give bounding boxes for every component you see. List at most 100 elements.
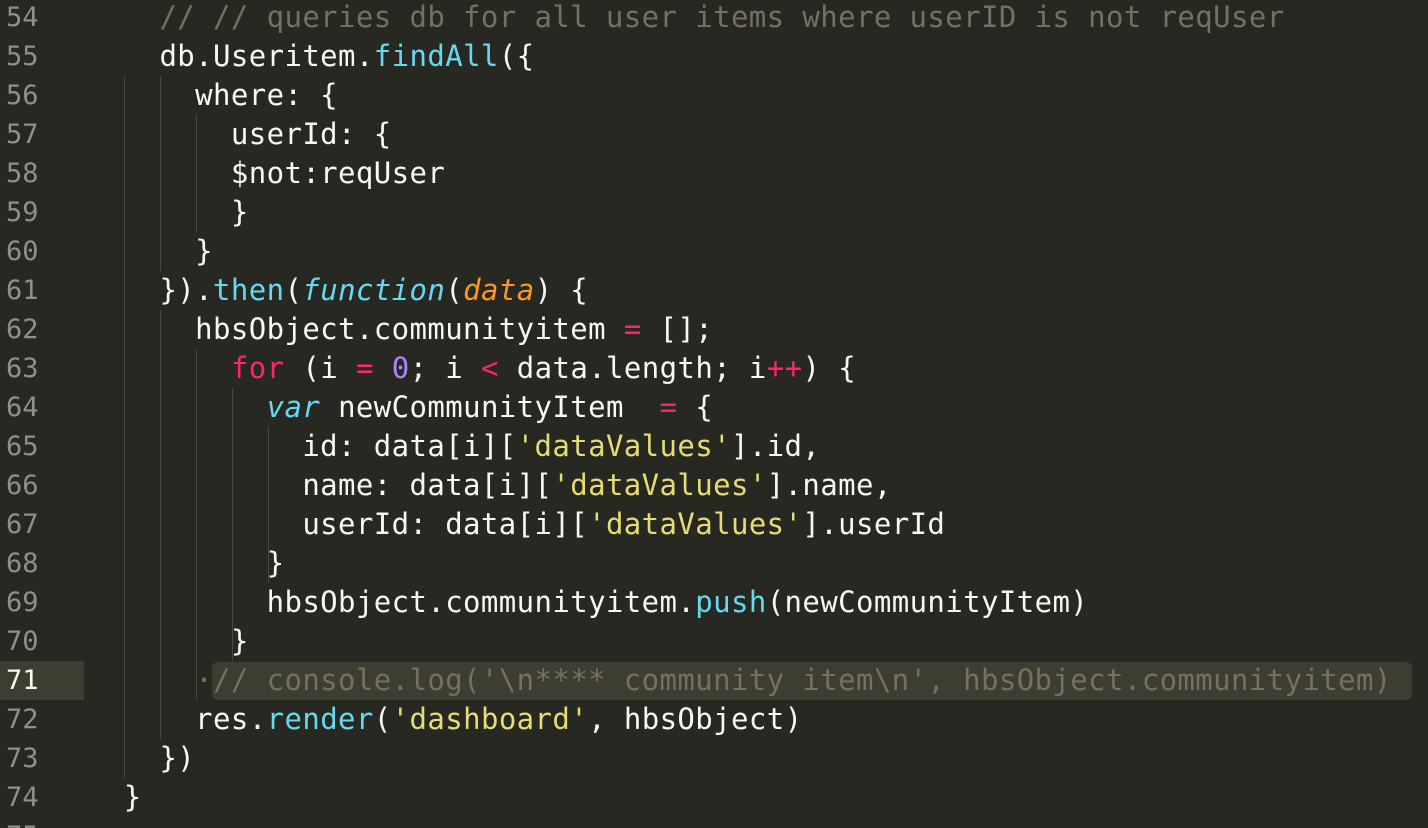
- line-number: 66: [6, 470, 39, 501]
- code-token: userId: data[i][: [88, 507, 589, 541]
- code-text: }: [88, 544, 284, 583]
- code-token: 'dashboard': [391, 702, 589, 736]
- code-token: render: [266, 702, 374, 736]
- code-token: =: [355, 351, 374, 385]
- code-token: =: [623, 312, 642, 346]
- code-token: <: [481, 351, 499, 385]
- code-token: newCommunityItem: [320, 390, 660, 424]
- code-text: name: data[i]['dataValues'].name,: [88, 466, 892, 505]
- code-editor[interactable]: 54 // // queries db for all user items w…: [0, 0, 1428, 828]
- line-number: 69: [6, 587, 39, 618]
- code-token: (: [284, 273, 303, 307]
- code-token: }: [88, 624, 249, 658]
- code-token: ·// console.log('\n**** community item\n…: [88, 663, 1392, 697]
- code-line[interactable]: 54 // // queries db for all user items w…: [0, 0, 1428, 37]
- code-token: (newCommunityItem): [766, 585, 1089, 619]
- code-token: (: [373, 702, 392, 736]
- code-line[interactable]: 74 }: [0, 778, 1428, 817]
- code-token: (: [445, 273, 464, 307]
- code-token: }).: [88, 273, 214, 307]
- code-line[interactable]: 72 res.render('dashboard', hbsObject): [0, 700, 1428, 739]
- code-token: // // queries db for all user items wher…: [88, 0, 1285, 34]
- line-number: 60: [6, 236, 39, 267]
- code-token: ({: [498, 39, 535, 73]
- code-token: 'dataValues': [588, 507, 803, 541]
- line-number: 65: [6, 431, 39, 462]
- line-number: 62: [6, 314, 39, 345]
- code-line[interactable]: 69 hbsObject.communityitem.push(newCommu…: [0, 583, 1428, 622]
- line-number: 64: [6, 392, 39, 423]
- code-line[interactable]: 62 hbsObject.communityitem = [];: [0, 310, 1428, 349]
- code-token: ].name,: [766, 468, 892, 502]
- line-number: 73: [6, 743, 39, 774]
- code-token: name: data[i][: [88, 468, 553, 502]
- code-text: }: [88, 778, 142, 817]
- line-number: 61: [6, 275, 39, 306]
- code-token: ) {: [802, 351, 857, 385]
- code-line[interactable]: 70 }: [0, 622, 1428, 661]
- code-token: push: [695, 585, 767, 619]
- code-text: userId: {: [88, 115, 392, 154]
- code-line[interactable]: 68 }: [0, 544, 1428, 583]
- code-token: }: [88, 546, 285, 580]
- code-line[interactable]: 56 where: {: [0, 76, 1428, 115]
- code-text: hbsObject.communityitem = [];: [88, 310, 713, 349]
- code-token: ++: [766, 351, 803, 385]
- code-line[interactable]: 75: [0, 817, 1428, 828]
- code-line[interactable]: 63 for (i = 0; i < data.length; i++) {: [0, 349, 1428, 388]
- code-line[interactable]: 61 }).then(function(data) {: [0, 271, 1428, 310]
- code-token: }: [88, 195, 249, 229]
- code-text: ·// console.log('\n**** community item\n…: [88, 661, 1392, 700]
- code-line[interactable]: 73 }): [0, 739, 1428, 778]
- code-text: var newCommunityItem = {: [88, 388, 713, 427]
- code-token: {: [677, 390, 714, 424]
- code-token: , hbsObject): [588, 702, 803, 736]
- code-text: }: [88, 622, 249, 661]
- code-token: db.Useritem.: [88, 39, 374, 73]
- code-token: [];: [641, 312, 714, 346]
- code-token: data.length; i: [498, 351, 767, 385]
- code-line[interactable]: 64 var newCommunityItem = {: [0, 388, 1428, 427]
- code-token: }: [88, 780, 142, 814]
- code-token: id: data[i][: [88, 429, 517, 463]
- code-line[interactable]: 55 db.Useritem.findAll({: [0, 37, 1428, 76]
- code-token: 0: [391, 351, 410, 385]
- code-token: var: [266, 390, 321, 424]
- code-token: ; i: [409, 351, 482, 385]
- code-token: then: [213, 273, 285, 307]
- line-number: 58: [6, 158, 39, 189]
- code-line[interactable]: 60 }: [0, 232, 1428, 271]
- code-token: res.: [88, 702, 267, 736]
- line-number: 54: [6, 2, 39, 33]
- code-line[interactable]: 65 id: data[i]['dataValues'].id,: [0, 427, 1428, 466]
- code-line[interactable]: 67 userId: data[i]['dataValues'].userId: [0, 505, 1428, 544]
- code-token: ].id,: [730, 429, 821, 463]
- code-token: ) {: [534, 273, 589, 307]
- code-text: for (i = 0; i < data.length; i++) {: [88, 349, 856, 388]
- code-text: // // queries db for all user items wher…: [88, 0, 1285, 37]
- line-number: 57: [6, 119, 39, 150]
- code-line[interactable]: 59 }: [0, 193, 1428, 232]
- code-token: hbsObject.communityitem: [88, 312, 624, 346]
- code-line[interactable]: 57 userId: {: [0, 115, 1428, 154]
- code-line[interactable]: 66 name: data[i]['dataValues'].name,: [0, 466, 1428, 505]
- code-token: ].userId: [802, 507, 946, 541]
- code-text: where: {: [88, 76, 338, 115]
- line-number: 68: [6, 548, 39, 579]
- code-token: $not:reqUser: [88, 156, 446, 190]
- code-token: userId: {: [88, 117, 392, 151]
- code-line[interactable]: 58 $not:reqUser: [0, 154, 1428, 193]
- line-number: 71: [6, 665, 39, 696]
- line-number: 56: [6, 80, 39, 111]
- code-token: function: [302, 273, 446, 307]
- code-line[interactable]: 71 ·// console.log('\n**** community ite…: [0, 661, 1428, 700]
- line-number: 72: [6, 704, 39, 735]
- code-token: 'dataValues': [516, 429, 731, 463]
- code-text: }): [88, 739, 195, 778]
- code-text: userId: data[i]['dataValues'].userId: [88, 505, 945, 544]
- code-token: (i: [284, 351, 356, 385]
- code-token: findAll: [373, 39, 499, 73]
- code-text: id: data[i]['dataValues'].id,: [88, 427, 820, 466]
